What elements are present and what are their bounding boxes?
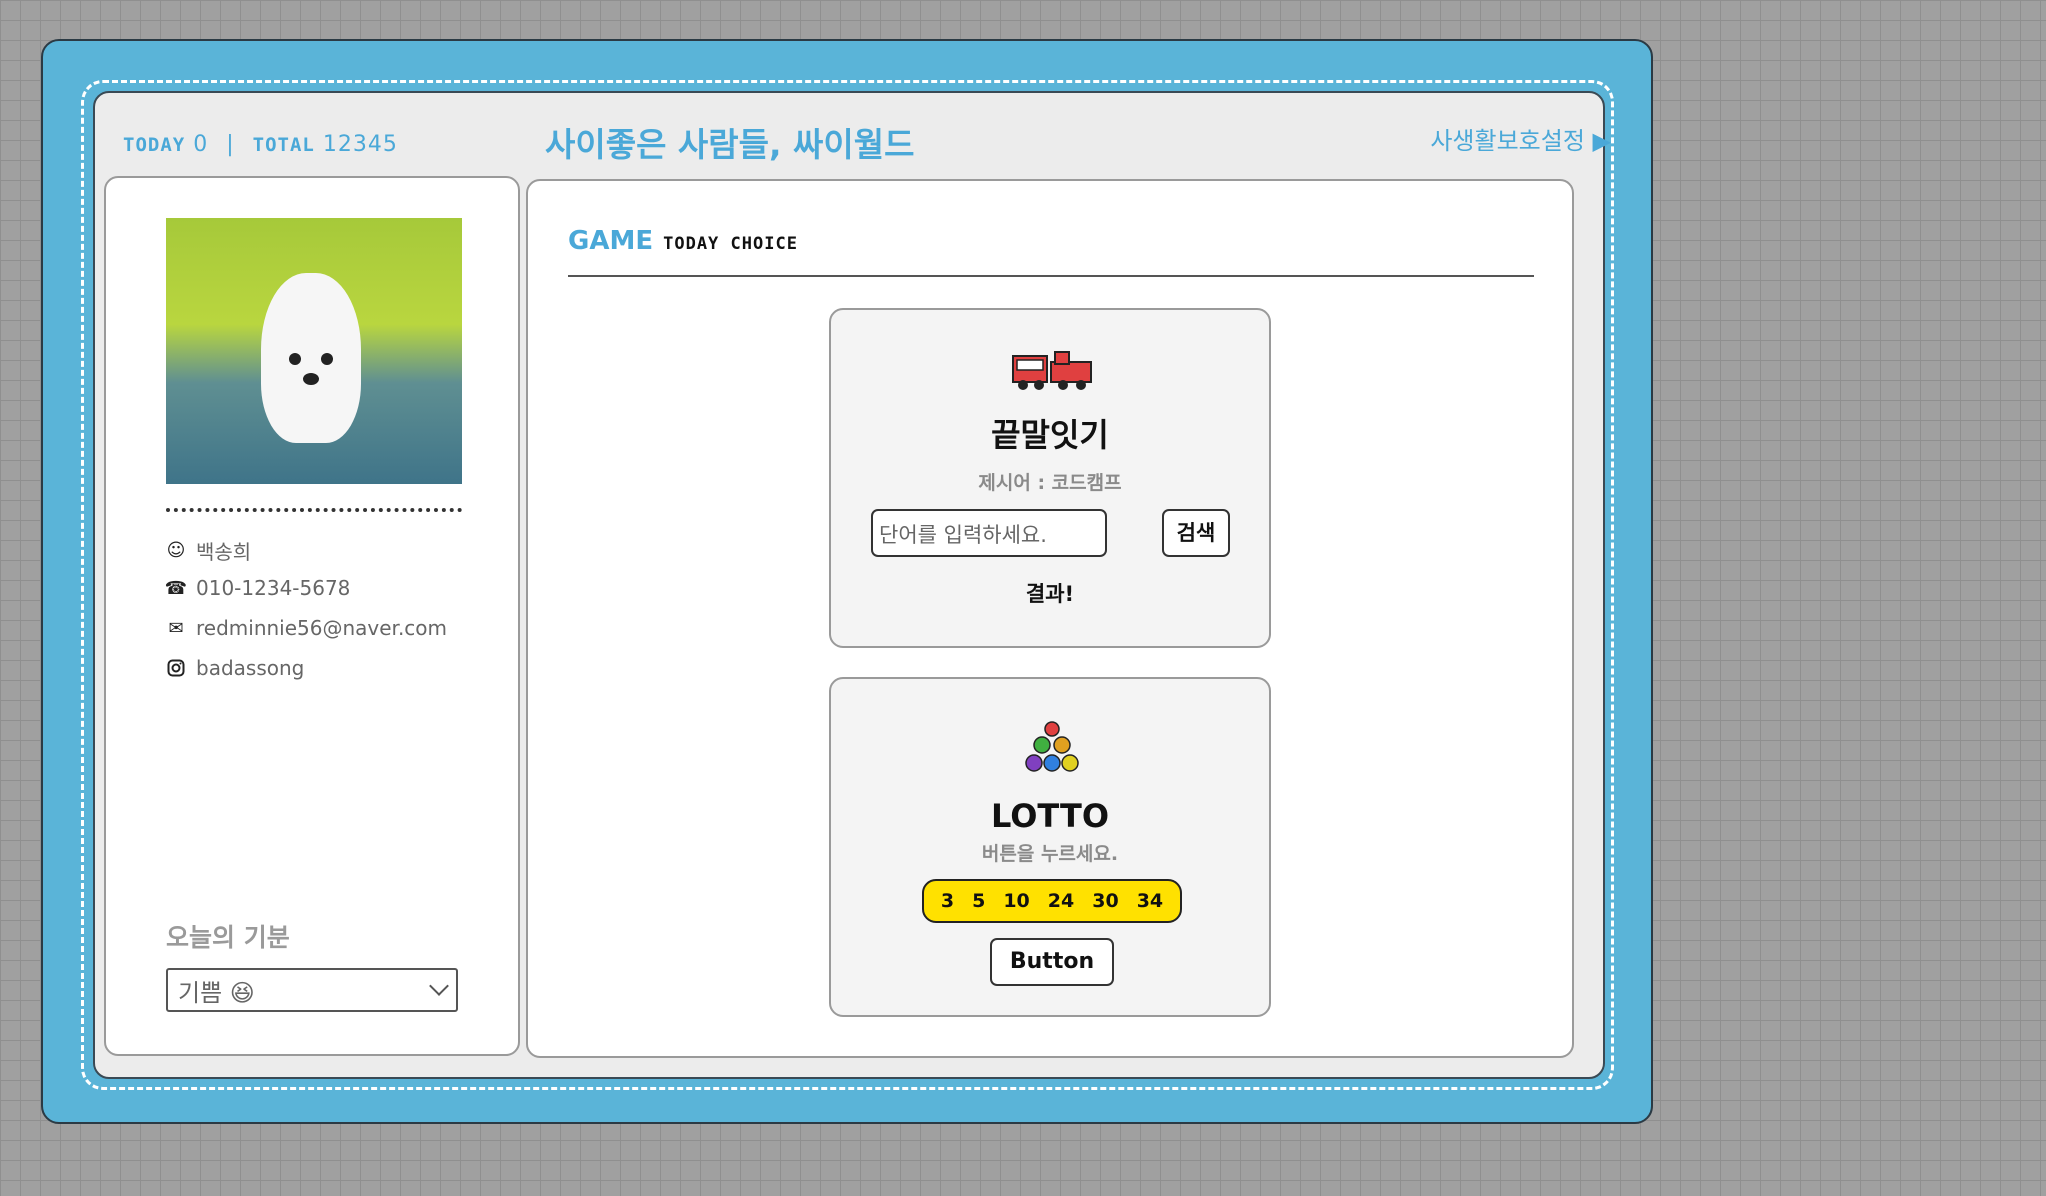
lotto-hint: 버튼을 누르세요.	[981, 843, 1119, 865]
dotted-divider	[166, 508, 462, 512]
contact-phone-row: ☎ 010-1234-5678	[164, 576, 351, 600]
section-divider	[568, 275, 1534, 277]
lotto-card: LOTTO 버튼을 누르세요. 3 5 10 24 30 34 Button	[829, 677, 1271, 1017]
search-button[interactable]: 검색	[1162, 509, 1230, 557]
mood-selected-value: 기쁨 😆	[178, 978, 255, 1007]
chevron-down-icon	[429, 976, 449, 996]
word-chain-card: 끝말잇기 제시어 : 코드캠프 단어를 입력하세요. 검색 결과!	[829, 308, 1271, 648]
privacy-settings-link[interactable]: 사생활보호설정 ▶	[1430, 121, 1611, 156]
lotto-number: 3	[940, 890, 955, 912]
instagram-icon	[166, 658, 186, 678]
today-value: 0	[193, 132, 209, 157]
train-icon	[1012, 351, 1092, 390]
contact-instagram-row: badassong	[166, 656, 304, 680]
section-title: GAME	[568, 226, 654, 256]
counter-separator: |	[226, 132, 235, 157]
profile-phone: 010-1234-5678	[196, 576, 351, 600]
mood-select[interactable]: 기쁨 😆	[166, 968, 458, 1012]
total-label: Total	[252, 134, 315, 156]
mail-icon: ✉	[168, 617, 184, 639]
lotto-number: 10	[1003, 890, 1030, 912]
contact-name-row: ☺ 백송희	[166, 536, 252, 565]
total-value: 12345	[322, 132, 398, 157]
smile-icon: ☺	[166, 540, 186, 561]
word-input[interactable]: 단어를 입력하세요.	[871, 509, 1107, 557]
contact-email-row: ✉ redminnie56@naver.com	[166, 616, 447, 640]
word-chain-result: 결과!	[1025, 582, 1075, 606]
word-chain-hint: 제시어 : 코드캠프	[978, 472, 1122, 494]
profile-instagram: badassong	[196, 656, 305, 680]
lotto-number: 24	[1047, 890, 1075, 912]
profile-panel: ☺ 백송희 ☎ 010-1234-5678 ✉ redminnie56@nave…	[104, 176, 520, 1056]
word-chain-title: 끝말잇기	[991, 416, 1109, 454]
mood-title: 오늘의 기분	[166, 923, 290, 952]
game-panel: GAME Today Choice 끝말잇기 제시어 : 코드캠프 단어를 입력…	[526, 179, 1574, 1058]
lotto-number: 34	[1136, 890, 1164, 912]
visitor-counter: Today 0 | Total 12345	[123, 132, 398, 157]
dog-illustration	[261, 273, 361, 443]
lotto-number: 5	[972, 890, 986, 912]
phone-icon: ☎	[164, 577, 188, 599]
lotto-button[interactable]: Button	[990, 938, 1114, 986]
section-header: GAME Today Choice	[568, 226, 798, 256]
profile-name: 백송희	[196, 540, 252, 564]
profile-email: redminnie56@naver.com	[196, 616, 448, 640]
lotto-numbers: 3 5 10 24 30 34	[922, 879, 1182, 923]
today-label: Today	[123, 134, 186, 156]
lotto-number: 30	[1092, 890, 1119, 912]
balls-icon	[1025, 721, 1079, 772]
profile-photo	[166, 218, 462, 484]
section-subtitle: Today Choice	[663, 234, 798, 254]
lotto-title: LOTTO	[990, 797, 1110, 835]
page-title: 사이좋은 사람들, 싸이월드	[545, 125, 915, 164]
